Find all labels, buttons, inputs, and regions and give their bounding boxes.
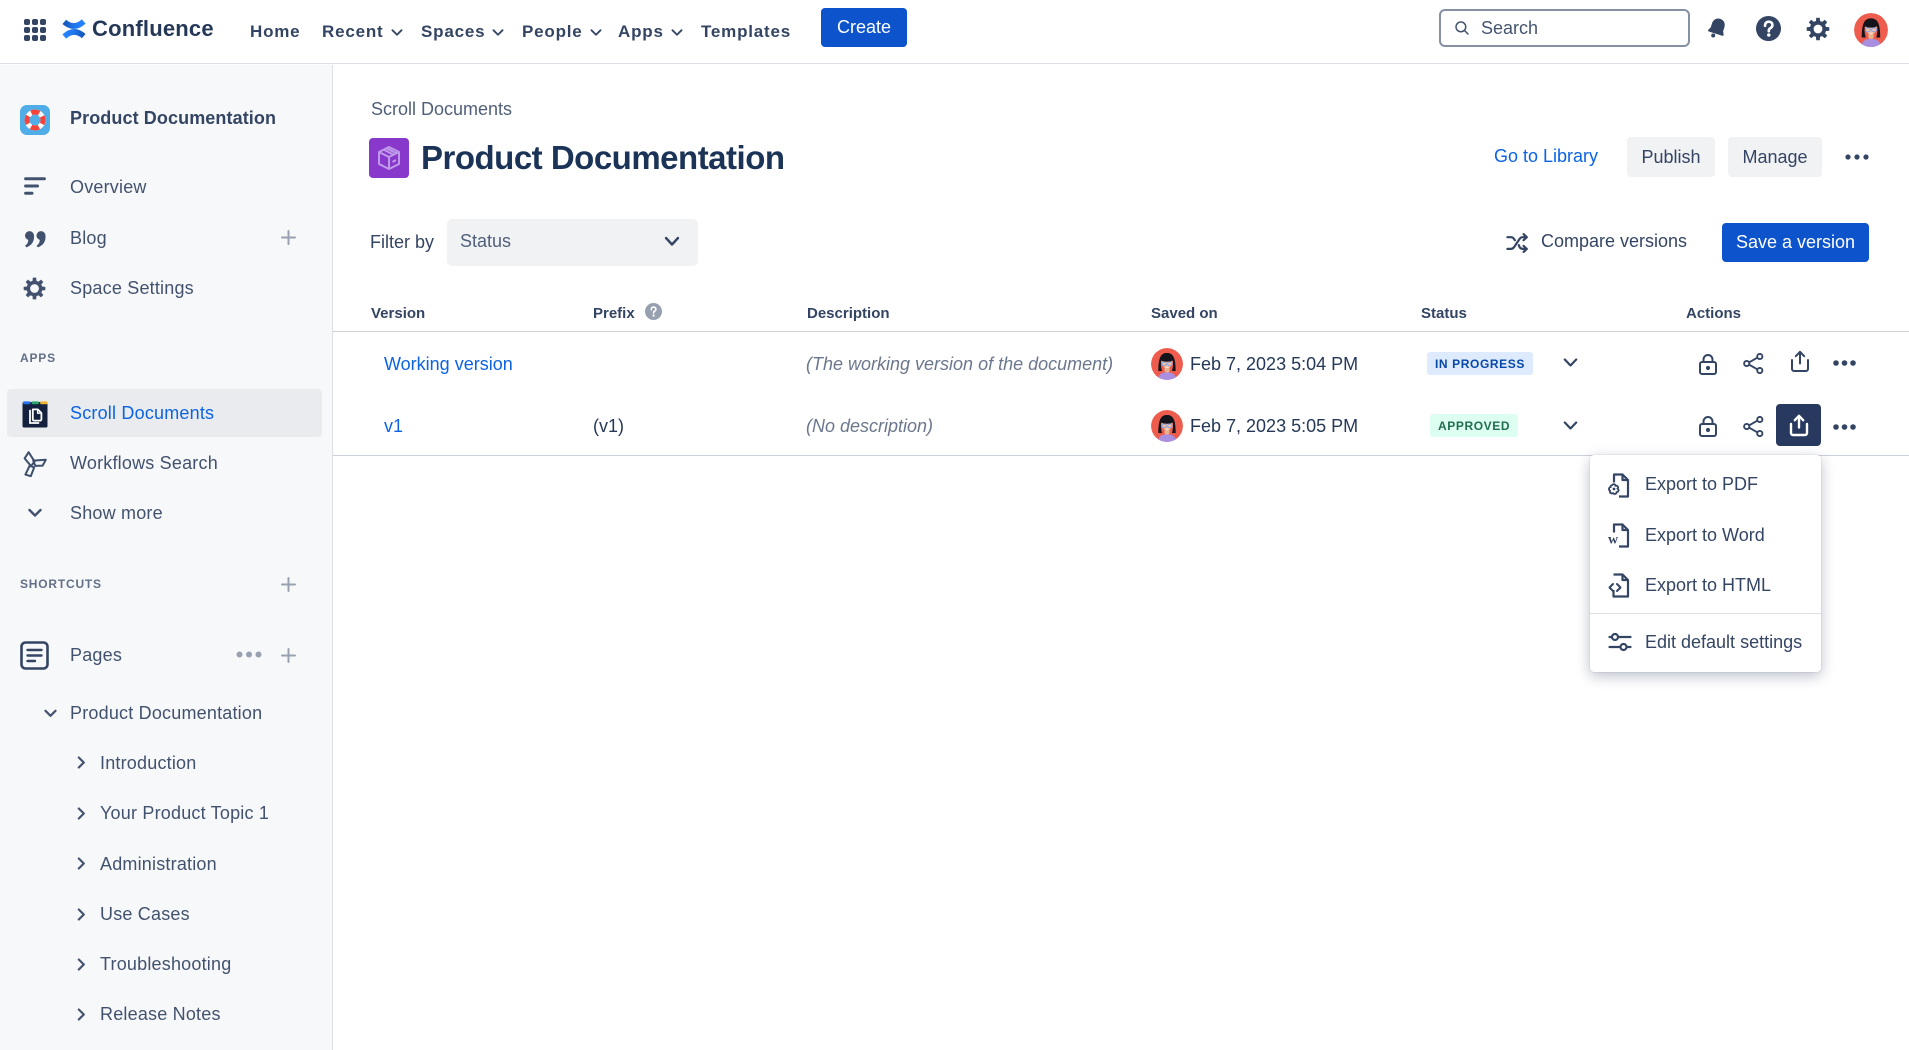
svg-text:w: w — [1608, 533, 1619, 548]
